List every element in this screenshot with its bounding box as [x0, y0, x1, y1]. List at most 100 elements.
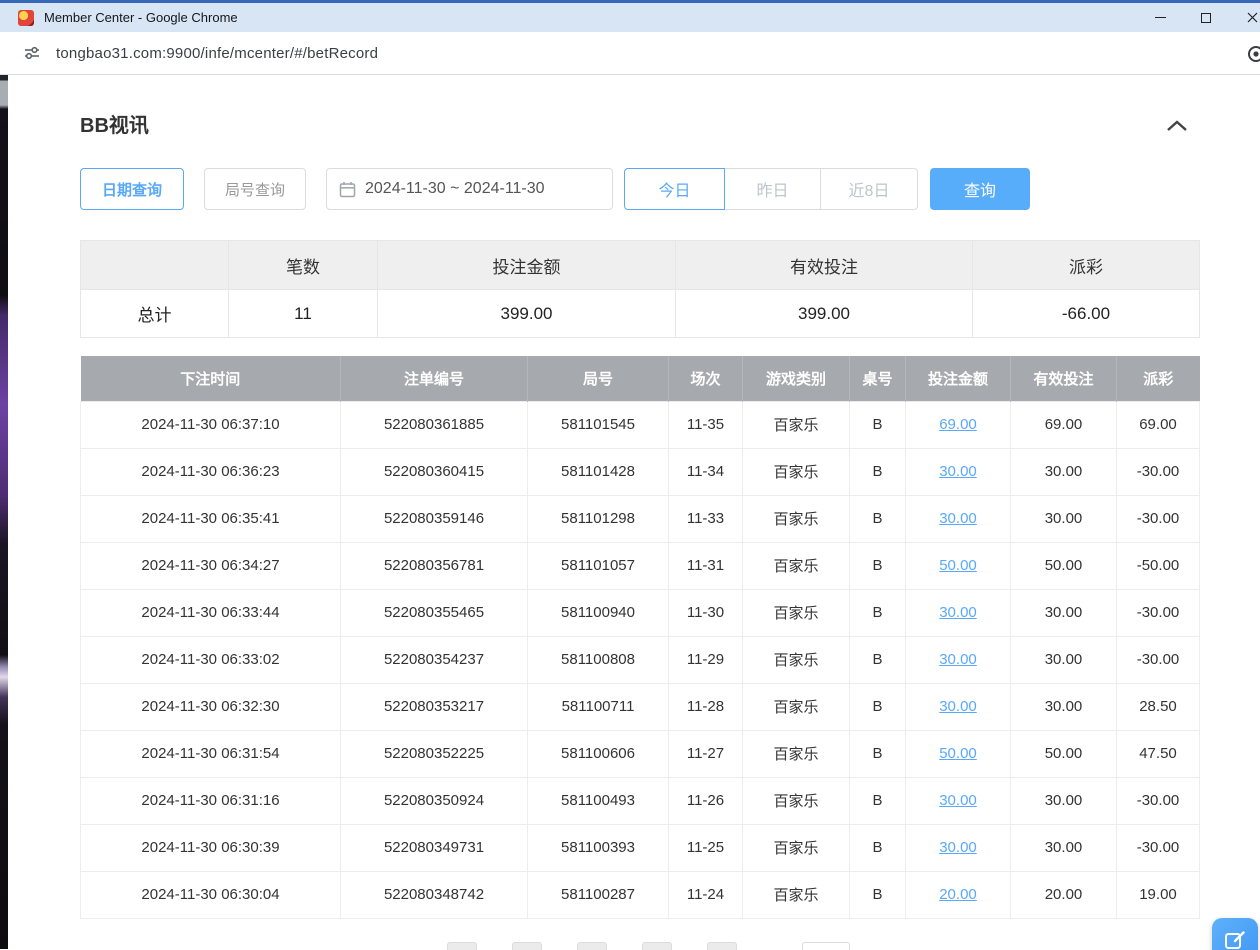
- pagination-page-button[interactable]: [642, 942, 672, 950]
- bet-amount-link[interactable]: 20.00: [939, 886, 977, 903]
- bet-amount-link[interactable]: 30.00: [939, 510, 977, 527]
- bet-amount-link[interactable]: 30.00: [939, 792, 977, 809]
- game-type-cell: 百家乐: [743, 777, 850, 824]
- bet-amount-cell: 50.00: [906, 542, 1011, 589]
- site-settings-tune-icon[interactable]: [22, 43, 42, 63]
- panel-title: BB视讯: [80, 112, 149, 140]
- pagination-prev-button[interactable]: [447, 942, 477, 950]
- quick-date-group: 今日 昨日 近8日: [624, 168, 918, 210]
- payout-cell: -30.00: [1117, 777, 1200, 824]
- summary-header-count: 笔数: [229, 241, 378, 290]
- summary-count-value: 11: [229, 290, 378, 338]
- bet-amount-link[interactable]: 30.00: [939, 604, 977, 621]
- order-no-cell: 522080350924: [341, 777, 528, 824]
- bet-amount-link[interactable]: 30.00: [939, 463, 977, 480]
- bet-amount-link[interactable]: 30.00: [939, 839, 977, 856]
- bet-amount-link[interactable]: 30.00: [939, 651, 977, 668]
- customer-service-button[interactable]: [1212, 918, 1258, 950]
- bet-amount-cell: 30.00: [906, 636, 1011, 683]
- session-cell: 11-25: [669, 824, 743, 871]
- payout-cell: 28.50: [1117, 683, 1200, 730]
- table-row: 2024-11-30 06:31:16 522080350924 5811004…: [81, 777, 1200, 824]
- pagination-next-button[interactable]: [707, 942, 737, 950]
- game-type-cell: 百家乐: [743, 448, 850, 495]
- table-row: 2024-11-30 06:34:27 522080356781 5811010…: [81, 542, 1200, 589]
- valid-bet-cell: 50.00: [1011, 542, 1117, 589]
- table-no-cell: B: [850, 777, 906, 824]
- maximize-button[interactable]: [1183, 3, 1229, 32]
- session-cell: 11-24: [669, 871, 743, 918]
- search-button[interactable]: 查询: [930, 168, 1030, 210]
- bet-amount-cell: 30.00: [906, 589, 1011, 636]
- date-query-button[interactable]: 日期查询: [80, 168, 184, 210]
- close-button[interactable]: [1229, 3, 1260, 32]
- pagination-page-button[interactable]: [512, 942, 542, 950]
- table-no-cell: B: [850, 636, 906, 683]
- game-type-cell: 百家乐: [743, 871, 850, 918]
- last-8-days-button[interactable]: 近8日: [820, 168, 918, 210]
- order-no-cell: 522080359146: [341, 495, 528, 542]
- window-title: Member Center - Google Chrome: [44, 10, 238, 25]
- order-no-cell: 522080355465: [341, 589, 528, 636]
- address-bar[interactable]: tongbao31.com:9900/infe/mcenter/#/betRec…: [0, 32, 1260, 75]
- bet-time-cell: 2024-11-30 06:30:39: [81, 824, 341, 871]
- bet-record-panel: BB视讯 日期查询 局号查询 2024-11-30 ~ 2024-11-30: [8, 75, 1260, 950]
- table-row: 2024-11-30 06:35:41 522080359146 5811012…: [81, 495, 1200, 542]
- summary-total-row: 总计 11 399.00 399.00 -66.00: [81, 290, 1200, 338]
- bet-time-cell: 2024-11-30 06:36:23: [81, 448, 341, 495]
- round-no-cell: 581100711: [528, 683, 669, 730]
- bet-amount-cell: 20.00: [906, 871, 1011, 918]
- pagination-page-button[interactable]: [577, 942, 607, 950]
- panel-header: BB视讯: [80, 75, 1199, 140]
- round-no-cell: 581100393: [528, 824, 669, 871]
- bet-amount-link[interactable]: 50.00: [939, 745, 977, 762]
- bet-time-cell: 2024-11-30 06:31:16: [81, 777, 341, 824]
- records-body: 2024-11-30 06:37:10 522080361885 5811015…: [81, 401, 1200, 918]
- bet-amount-link[interactable]: 30.00: [939, 698, 977, 715]
- session-cell: 11-31: [669, 542, 743, 589]
- valid-bet-cell: 69.00: [1011, 401, 1117, 448]
- bet-time-cell: 2024-11-30 06:35:41: [81, 495, 341, 542]
- session-cell: 11-26: [669, 777, 743, 824]
- summary-header-bet-amount: 投注金额: [378, 241, 676, 290]
- table-row: 2024-11-30 06:32:30 522080353217 5811007…: [81, 683, 1200, 730]
- bet-amount-link[interactable]: 69.00: [939, 416, 977, 433]
- header-valid-bet: 有效投注: [1011, 356, 1117, 401]
- valid-bet-cell: 30.00: [1011, 777, 1117, 824]
- summary-header-row: 笔数 投注金额 有效投注 派彩: [81, 241, 1200, 290]
- window-titlebar: Member Center - Google Chrome: [0, 3, 1260, 32]
- round-no-cell: 581100493: [528, 777, 669, 824]
- table-no-cell: B: [850, 542, 906, 589]
- yesterday-button[interactable]: 昨日: [724, 168, 821, 210]
- collapse-button[interactable]: [1163, 112, 1191, 140]
- table-row: 2024-11-30 06:33:44 522080355465 5811009…: [81, 589, 1200, 636]
- summary-header-empty: [81, 241, 229, 290]
- header-game-type: 游戏类别: [743, 356, 850, 401]
- session-cell: 11-33: [669, 495, 743, 542]
- window-controls: [1137, 3, 1260, 32]
- today-button[interactable]: 今日: [624, 168, 725, 210]
- app-logo-icon: [18, 10, 34, 26]
- game-type-cell: 百家乐: [743, 824, 850, 871]
- bet-amount-link[interactable]: 50.00: [939, 557, 977, 574]
- round-query-button[interactable]: 局号查询: [204, 168, 306, 210]
- valid-bet-cell: 50.00: [1011, 730, 1117, 777]
- round-no-cell: 581100287: [528, 871, 669, 918]
- order-no-cell: 522080349731: [341, 824, 528, 871]
- date-range-input[interactable]: 2024-11-30 ~ 2024-11-30: [326, 168, 613, 210]
- round-no-cell: 581100940: [528, 589, 669, 636]
- bet-time-cell: 2024-11-30 06:33:02: [81, 636, 341, 683]
- summary-total-label: 总计: [81, 290, 229, 338]
- minimize-button[interactable]: [1137, 3, 1183, 32]
- summary-header-payout: 派彩: [973, 241, 1200, 290]
- valid-bet-cell: 30.00: [1011, 683, 1117, 730]
- chevron-up-icon: [1166, 120, 1188, 132]
- bet-time-cell: 2024-11-30 06:30:04: [81, 871, 341, 918]
- filter-bar: 日期查询 局号查询 2024-11-30 ~ 2024-11-30 今日 昨日 …: [80, 168, 1199, 210]
- extension-circle-icon[interactable]: [1247, 45, 1260, 68]
- pagination-jump-input[interactable]: [802, 942, 850, 950]
- bet-records-table: 下注时间 注单编号 局号 场次 游戏类别 桌号 投注金额 有效投注 派彩 202…: [80, 356, 1200, 919]
- game-type-cell: 百家乐: [743, 495, 850, 542]
- bet-time-cell: 2024-11-30 06:37:10: [81, 401, 341, 448]
- url-text[interactable]: tongbao31.com:9900/infe/mcenter/#/betRec…: [56, 45, 378, 62]
